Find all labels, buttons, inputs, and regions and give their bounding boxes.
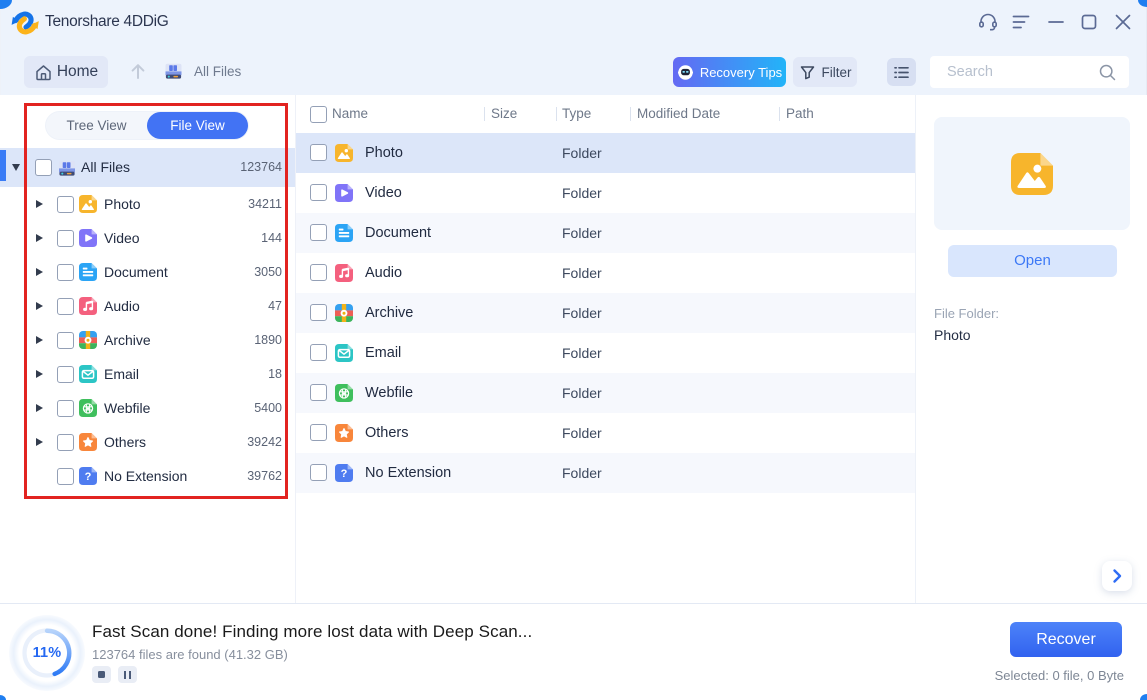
svg-text:?: ? bbox=[341, 468, 348, 480]
